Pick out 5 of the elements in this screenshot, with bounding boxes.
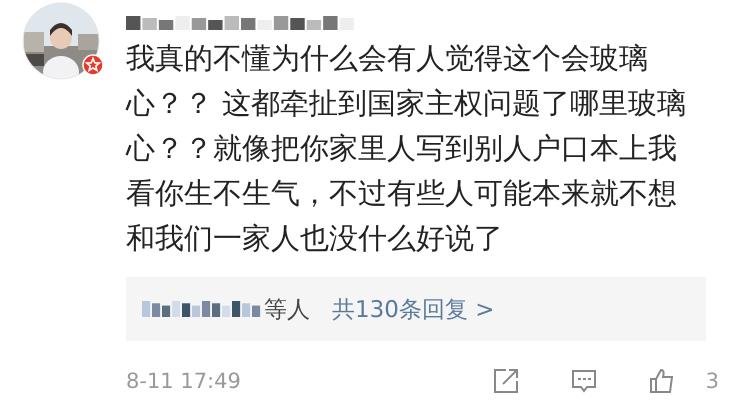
timestamp: 8-11 17:49 [126,369,242,393]
comment-text: 我真的不懂为什么会有人觉得这个会玻璃心？？ 这都牵扯到国家主权问题了哪里玻璃心？？就像把你家里人写到别人户口本上我看你生不生气，不过有些人可能本来就不想和我们一家人也没什么好说了 [126,40,688,257]
view-replies-link[interactable]: 共130条回复 > [332,294,494,324]
reply-authors-text: 等人 [264,296,310,324]
like-count: 3 [706,369,719,393]
